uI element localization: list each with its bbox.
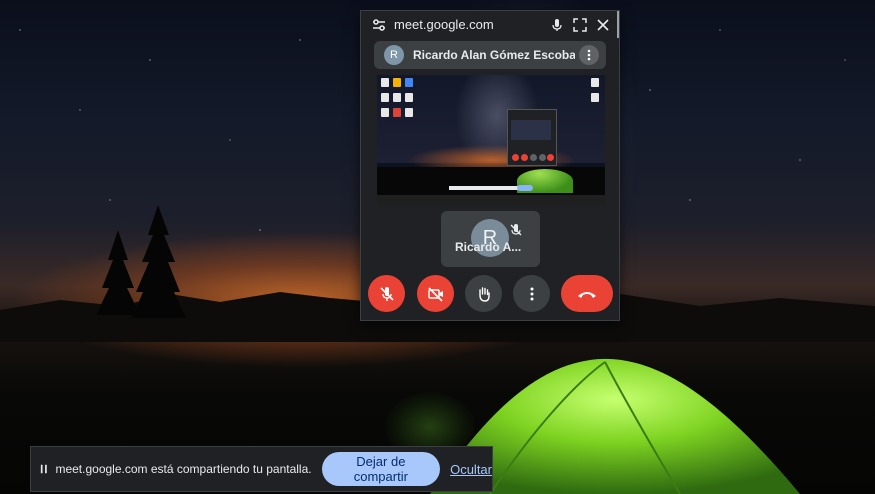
preview-desktop-icon (405, 108, 413, 117)
call-controls (361, 275, 619, 315)
raise-hand-button[interactable] (465, 275, 502, 312)
preview-desktop-icon (405, 78, 413, 87)
preview-nested-control (521, 154, 528, 161)
preview-taskbar (377, 195, 605, 205)
presenter-avatar: R (384, 45, 404, 65)
preview-nested-screen (511, 120, 551, 140)
end-call-icon (578, 291, 596, 298)
mic-toggle-button[interactable] (368, 275, 405, 312)
end-call-button[interactable] (561, 275, 613, 312)
preview-nested-control (539, 154, 546, 161)
close-icon[interactable] (596, 18, 610, 32)
meet-pip-window[interactable]: meet.google.com R Ricardo Alan Gómez Esc… (360, 10, 620, 321)
share-message: meet.google.com está compartiendo tu pan… (55, 462, 312, 476)
preview-desktop-icon (381, 108, 389, 117)
camera-off-icon (427, 286, 443, 302)
preview-desktop-icon (591, 78, 599, 87)
window-edge (617, 11, 619, 38)
preview-desktop-icon (381, 78, 389, 87)
site-settings-icon[interactable] (372, 18, 386, 32)
muted-mic-icon (510, 224, 522, 236)
back-to-tab-icon[interactable] (573, 17, 587, 32)
hide-link[interactable]: Ocultar (450, 462, 492, 477)
meet-url: meet.google.com (394, 17, 494, 32)
preview-desktop-icon (393, 108, 401, 117)
preview-nested-control (512, 154, 519, 161)
meet-title-bar: meet.google.com (361, 11, 619, 38)
shared-screen-preview (377, 75, 605, 205)
preview-desktop-icon (393, 78, 401, 87)
stop-sharing-button[interactable]: Dejar de compartir (321, 452, 441, 486)
preview-desktop-icon (393, 93, 401, 102)
self-view-tile: R Ricardo A... (441, 211, 540, 267)
mic-off-icon (379, 286, 394, 301)
preview-share-button (517, 185, 533, 191)
preview-desktop-icon (591, 93, 599, 102)
microphone-icon[interactable] (550, 18, 564, 32)
more-options-button[interactable] (513, 275, 550, 312)
preview-desktop-icon (405, 93, 413, 102)
more-vert-icon (587, 49, 591, 61)
preview-nested-control (547, 154, 554, 161)
screen-share-bar: meet.google.com está compartiendo tu pan… (30, 446, 493, 492)
presenter-options-button[interactable] (579, 45, 599, 65)
self-name: Ricardo A... (455, 240, 522, 254)
drag-handle-icon[interactable] (40, 463, 48, 475)
preview-desktop-icon (381, 93, 389, 102)
preview-nested-window (507, 109, 557, 166)
camera-toggle-button[interactable] (417, 275, 454, 312)
presenter-name: Ricardo Alan Gómez Escobar ... (413, 48, 575, 62)
presenter-bar: R Ricardo Alan Gómez Escobar ... (374, 41, 606, 69)
raise-hand-icon (478, 286, 490, 302)
pine-trees (96, 205, 186, 318)
more-options-icon (530, 287, 533, 300)
preview-nested-control (530, 154, 537, 161)
